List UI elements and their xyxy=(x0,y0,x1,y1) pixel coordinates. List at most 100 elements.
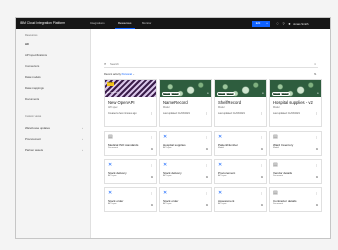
overflow-menu-icon[interactable]: ⋮ xyxy=(315,163,318,167)
sidebar-header: Resources xyxy=(25,34,38,37)
card-title: Hospital supplies - v2 xyxy=(273,100,313,105)
resource-tile[interactable]: ▤ ⋮ Medical ISO standards Document ⧉ xyxy=(104,131,157,156)
copy-icon[interactable]: ⧉ xyxy=(261,147,263,151)
card-title: NameRecord xyxy=(163,100,188,105)
copy-icon[interactable]: ⧉ xyxy=(316,147,318,151)
card-timestamp: Last updated: 11/03/2021 xyxy=(163,112,190,115)
collection-item[interactable]: Warehouse updates › xyxy=(25,124,83,132)
copy-icon[interactable]: ⧉ xyxy=(206,175,208,179)
top-header: IBM Cloud Integration Platform Integrati… xyxy=(16,18,330,29)
search-input[interactable] xyxy=(110,60,300,68)
tag-chip[interactable]: Partner xyxy=(280,92,290,96)
user-name[interactable]: Jonas Smith xyxy=(293,22,308,26)
resource-tile[interactable]: ✕ ⋮ Stock delivery API spec ⧉ xyxy=(159,159,212,184)
resource-tile[interactable]: ▤ ⋮ Vendor details Document ⧉ xyxy=(269,159,322,184)
overflow-menu-icon[interactable]: ⋮ xyxy=(315,191,318,195)
model-icon: ✕ xyxy=(218,134,223,140)
resource-tile[interactable]: ✕ ⋮ Assessment API spec ⧉ xyxy=(214,187,267,212)
featured-card[interactable]: Product Partner ⚙ Hospital supplies - v2… xyxy=(269,79,322,127)
sidebar-item-documents[interactable]: Documents xyxy=(25,95,83,103)
copy-icon[interactable]: ⧉ xyxy=(316,175,318,179)
add-button[interactable]: + xyxy=(264,20,270,27)
copy-icon[interactable]: ⧉ xyxy=(261,175,263,179)
resource-tile[interactable]: ▤ ⋮ Ward Inventory Model ⧉ xyxy=(269,131,322,156)
overflow-menu-icon[interactable]: ⋮ xyxy=(315,111,318,115)
featured-card[interactable]: NEW API spec draft ⚙ New OpenAPI API spe… xyxy=(104,79,157,127)
close-icon[interactable]: × xyxy=(314,60,316,68)
overflow-menu-icon[interactable]: ⋮ xyxy=(205,191,208,195)
tag-chip[interactable]: Partner xyxy=(225,92,235,96)
card-timestamp: Last updated: 11/03/2021 xyxy=(218,112,245,115)
card-type: Model xyxy=(218,106,225,109)
copy-icon[interactable]: ⧉ xyxy=(316,203,318,207)
overflow-menu-icon[interactable]: ⋮ xyxy=(205,111,208,115)
resource-tile[interactable]: ✕ ⋮ Procurement API spec ⧉ xyxy=(214,159,267,184)
overflow-menu-icon[interactable]: ⋮ xyxy=(260,163,263,167)
tile-type: API spec xyxy=(218,203,227,205)
sidebar-item-data-models[interactable]: Data models xyxy=(25,73,83,81)
model-icon: ⚙ xyxy=(317,93,319,95)
app-window: IBM Cloud Integration Platform Integrati… xyxy=(15,17,331,239)
overflow-menu-icon[interactable]: ⋮ xyxy=(150,163,153,167)
overflow-menu-icon[interactable]: ⋮ xyxy=(315,135,318,139)
search-bar[interactable]: ⌕ × xyxy=(104,60,318,68)
copy-icon[interactable]: ⧉ xyxy=(261,203,263,207)
user-avatar-icon[interactable]: ● xyxy=(287,21,292,26)
notification-icon[interactable]: ♢ xyxy=(275,21,280,26)
tile-type: API spec xyxy=(108,175,117,177)
resource-tile[interactable]: ✕ ⋮ Stock order API spec ⧉ xyxy=(159,187,212,212)
chevron-right-icon: › xyxy=(82,148,83,152)
document-icon: ▤ xyxy=(108,134,113,140)
sort-icon[interactable]: ⇅ xyxy=(314,72,317,76)
product-title[interactable]: IBM Cloud Integration Platform xyxy=(20,21,65,25)
api-icon: ✕ xyxy=(108,162,113,168)
card-title: ShelfRecord xyxy=(218,100,242,105)
collection-item[interactable]: Partner assets › xyxy=(25,146,83,154)
edit-button[interactable]: Edit xyxy=(252,20,264,27)
overflow-menu-icon[interactable]: ⋮ xyxy=(260,191,263,195)
recent-activity-filter[interactable]: Recent activity Personal ⌄ xyxy=(104,73,135,76)
chevron-right-icon: › xyxy=(82,126,83,130)
collection-label: Warehouse updates xyxy=(25,126,50,130)
copy-icon[interactable]: ⧉ xyxy=(206,147,208,151)
resource-tile[interactable]: ✕ ⋮ PatientNumber Model ⧉ xyxy=(214,131,267,156)
model-icon: ⚙ xyxy=(207,93,209,95)
overflow-menu-icon[interactable]: ⋮ xyxy=(150,111,153,115)
nav-tab-resources[interactable]: Resources xyxy=(118,21,131,25)
resource-tile[interactable]: ✕ ⋮ Stock delivery API spec ⧉ xyxy=(104,159,157,184)
nav-tab-monitor[interactable]: Monitor xyxy=(142,21,151,25)
thumbnail-label: API spec draft xyxy=(107,92,119,94)
api-icon: ✕ xyxy=(163,134,168,140)
copy-icon[interactable]: ⧉ xyxy=(151,203,153,207)
card-type: Model xyxy=(273,106,280,109)
collection-item[interactable]: Procurement › xyxy=(25,135,83,143)
sidebar-item-api-specifications[interactable]: API specifications xyxy=(25,51,83,59)
overflow-menu-icon[interactable]: ⋮ xyxy=(260,135,263,139)
overflow-menu-icon[interactable]: ⋮ xyxy=(205,163,208,167)
overflow-menu-icon[interactable]: ⋮ xyxy=(260,111,263,115)
resource-tile[interactable]: ▤ ⋮ Contractor details Document ⧉ xyxy=(269,187,322,212)
card-type: Model xyxy=(163,106,170,109)
tag-chip[interactable]: Partner xyxy=(170,92,180,96)
filter-dropdown[interactable]: Personal xyxy=(122,73,132,76)
document-icon: ▤ xyxy=(273,162,278,168)
help-icon[interactable]: ? xyxy=(281,21,286,26)
overflow-menu-icon[interactable]: ⋮ xyxy=(205,135,208,139)
filter-label: Recent activity xyxy=(104,73,121,76)
tile-type: Model xyxy=(273,147,279,149)
copy-icon[interactable]: ⧉ xyxy=(151,147,153,151)
sidebar-item-all[interactable]: All xyxy=(25,40,83,48)
nav-tab-integrations[interactable]: Integrations xyxy=(90,21,105,25)
sidebar-item-connectors[interactable]: Connectors xyxy=(25,62,83,70)
tile-type: Document xyxy=(273,175,283,177)
featured-card[interactable]: Product Partner ⚙ ShelfRecord Model Last… xyxy=(214,79,267,127)
main-content: ⌕ × Recent activity Personal ⌄ ⇅ NEW API… xyxy=(91,29,330,238)
overflow-menu-icon[interactable]: ⋮ xyxy=(150,191,153,195)
copy-icon[interactable]: ⧉ xyxy=(151,175,153,179)
copy-icon[interactable]: ⧉ xyxy=(206,203,208,207)
featured-card[interactable]: Product Partner ⚙ NameRecord Model Last … xyxy=(159,79,212,127)
overflow-menu-icon[interactable]: ⋮ xyxy=(150,135,153,139)
resource-tile[interactable]: ✕ ⋮ Hospital supplies API spec ⧉ xyxy=(159,131,212,156)
resource-tile[interactable]: ✕ ⋮ Stock order API spec ⧉ xyxy=(104,187,157,212)
sidebar-item-data-mappings[interactable]: Data mappings xyxy=(25,84,83,92)
